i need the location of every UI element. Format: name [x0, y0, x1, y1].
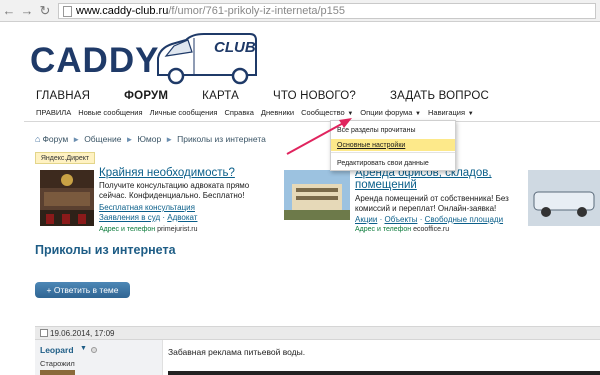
- nav-forum[interactable]: ФОРУМ: [124, 90, 168, 106]
- ad-link-free-consultation[interactable]: Бесплатная консультация: [99, 203, 195, 212]
- forward-arrow-icon[interactable]: →: [18, 2, 36, 20]
- subnav-private-messages[interactable]: Личные сообщения: [150, 108, 218, 120]
- breadcrumb: ⌂ Форум ► Общение ► Юмор ► Приколы из ин…: [35, 134, 266, 144]
- ad-label[interactable]: Яндекс.Директ: [35, 152, 95, 164]
- ad-title-lawyer[interactable]: Крайняя необходимость?: [99, 167, 235, 179]
- office-building-image[interactable]: [284, 170, 350, 220]
- breadcrumb-forum[interactable]: Форум: [42, 134, 68, 144]
- ad-address-link[interactable]: Адрес и телефон: [99, 226, 155, 233]
- chevron-down-icon: ▼: [345, 111, 354, 117]
- ad-link-objects[interactable]: Объекты: [384, 215, 417, 224]
- ad-domain: ecooffice.ru: [413, 226, 450, 233]
- ad-footer-office: Адрес и телефон ecooffice.ru: [355, 226, 449, 233]
- url-path: /f/umor/761-prikoly-iz-interneta/p155: [168, 5, 346, 17]
- reload-icon[interactable]: ↻: [36, 2, 54, 20]
- url-host: www.caddy-club.ru: [76, 5, 169, 17]
- site-logo[interactable]: CADDY: [30, 41, 159, 81]
- username[interactable]: Leopard: [40, 345, 74, 355]
- thread-title: Приколы из интернета: [35, 243, 176, 257]
- courtroom-image[interactable]: [40, 170, 94, 226]
- ad-address-link[interactable]: Адрес и телефон: [355, 226, 411, 233]
- ad-links-lawyer: Бесплатная консультация Заявления в суд …: [99, 203, 198, 222]
- subnav-navigation[interactable]: Навигация ▼: [428, 108, 474, 120]
- chevron-down-icon: ▼: [466, 111, 474, 117]
- ad-link-court-claims[interactable]: Заявления в суд: [99, 213, 160, 222]
- nav-home[interactable]: ГЛАВНАЯ: [36, 90, 90, 106]
- menu-item-mark-all-read[interactable]: Все разделы прочитаны: [331, 124, 455, 136]
- subnav-help[interactable]: Справка: [225, 108, 254, 120]
- nav-ask-question[interactable]: ЗАДАТЬ ВОПРОС: [390, 90, 489, 106]
- ad-link-free-space[interactable]: Свободные площади: [425, 215, 503, 224]
- main-nav: ГЛАВНАЯ ФОРУМ КАРТА ЧТО НОВОГО? ЗАДАТЬ В…: [0, 90, 489, 106]
- subnav-forum-options[interactable]: Опции форума ▼: [360, 108, 421, 120]
- ad-link-lawyer[interactable]: Адвокат: [167, 213, 197, 222]
- breadcrumb-separator-icon: ►: [125, 134, 134, 144]
- subnav-forum-options-label: Опции форума: [360, 108, 413, 117]
- chevron-down-icon[interactable]: ▼: [80, 345, 87, 352]
- menu-item-edit-profile[interactable]: Редактировать свои данные: [331, 157, 455, 169]
- reply-button[interactable]: + Ответить в теме: [35, 282, 130, 298]
- browser-toolbar: ← → ↻ www.caddy-club.ru/f/umor/761-priko…: [0, 0, 600, 22]
- post-header: 19.06.2014, 17:09: [35, 326, 600, 340]
- van-logo-icon: CLUB: [157, 33, 257, 85]
- reply-button-label: Ответить в теме: [53, 285, 119, 295]
- sub-nav: ПРАВИЛА Новые сообщения Личные сообщения…: [0, 108, 481, 120]
- page-icon: [63, 5, 72, 17]
- breadcrumb-humor[interactable]: Юмор: [137, 134, 161, 144]
- ad-links-office: Акции · Объекты · Свободные площади: [355, 215, 504, 224]
- logo-badge: CLUB: [214, 39, 256, 56]
- post-author-panel: Leopard ▼ Старожил: [35, 340, 163, 375]
- ad-text-lawyer: Получите консультацию адвоката прямо сей…: [99, 181, 250, 200]
- breadcrumb-separator-icon: ►: [165, 134, 174, 144]
- plus-icon: +: [46, 285, 54, 295]
- subnav-diaries[interactable]: Дневники: [261, 108, 294, 120]
- breadcrumb-separator-icon: ►: [72, 134, 81, 144]
- ad-link-promotions[interactable]: Акции: [355, 215, 377, 224]
- subnav-community[interactable]: Сообщество ▼: [301, 108, 353, 120]
- breadcrumb-current[interactable]: Приколы из интернета: [177, 134, 266, 144]
- post-text: Забавная реклама питьевой воды.: [168, 347, 306, 357]
- site-header: CADDY CLUB: [0, 22, 600, 88]
- post-select-checkbox[interactable]: [40, 329, 48, 337]
- menu-item-general-settings[interactable]: Основные настройки: [331, 139, 455, 151]
- address-bar[interactable]: www.caddy-club.ru/f/umor/761-prikoly-iz-…: [58, 3, 596, 19]
- subnav-rules[interactable]: ПРАВИЛА: [36, 108, 71, 120]
- subnav-community-label: Сообщество: [301, 108, 345, 117]
- post-date: 19.06.2014, 17:09: [50, 328, 115, 338]
- offline-status-icon: [91, 347, 97, 353]
- ad-footer-lawyer: Адрес и телефон primejurist.ru: [99, 226, 198, 233]
- ad-domain: primejurist.ru: [157, 226, 198, 233]
- forum-options-dropdown: Все разделы прочитаны Основные настройки…: [330, 120, 456, 171]
- home-icon[interactable]: ⌂: [35, 134, 40, 144]
- user-rank: Старожил: [40, 359, 75, 368]
- nav-map[interactable]: КАРТА: [202, 90, 239, 106]
- breadcrumb-general[interactable]: Общение: [84, 134, 121, 144]
- subnav-navigation-label: Навигация: [427, 108, 466, 117]
- avatar[interactable]: [40, 370, 75, 375]
- chevron-down-icon: ▼: [413, 111, 421, 117]
- nav-whats-new[interactable]: ЧТО НОВОГО?: [273, 90, 356, 106]
- ad-text-office: Аренда помещений от собственника! Без ко…: [355, 194, 509, 213]
- back-arrow-icon[interactable]: ←: [0, 2, 18, 20]
- car-image[interactable]: [528, 170, 600, 226]
- post-image[interactable]: [168, 371, 600, 375]
- menu-divider: [331, 152, 455, 153]
- subnav-new-posts[interactable]: Новые сообщения: [78, 108, 142, 120]
